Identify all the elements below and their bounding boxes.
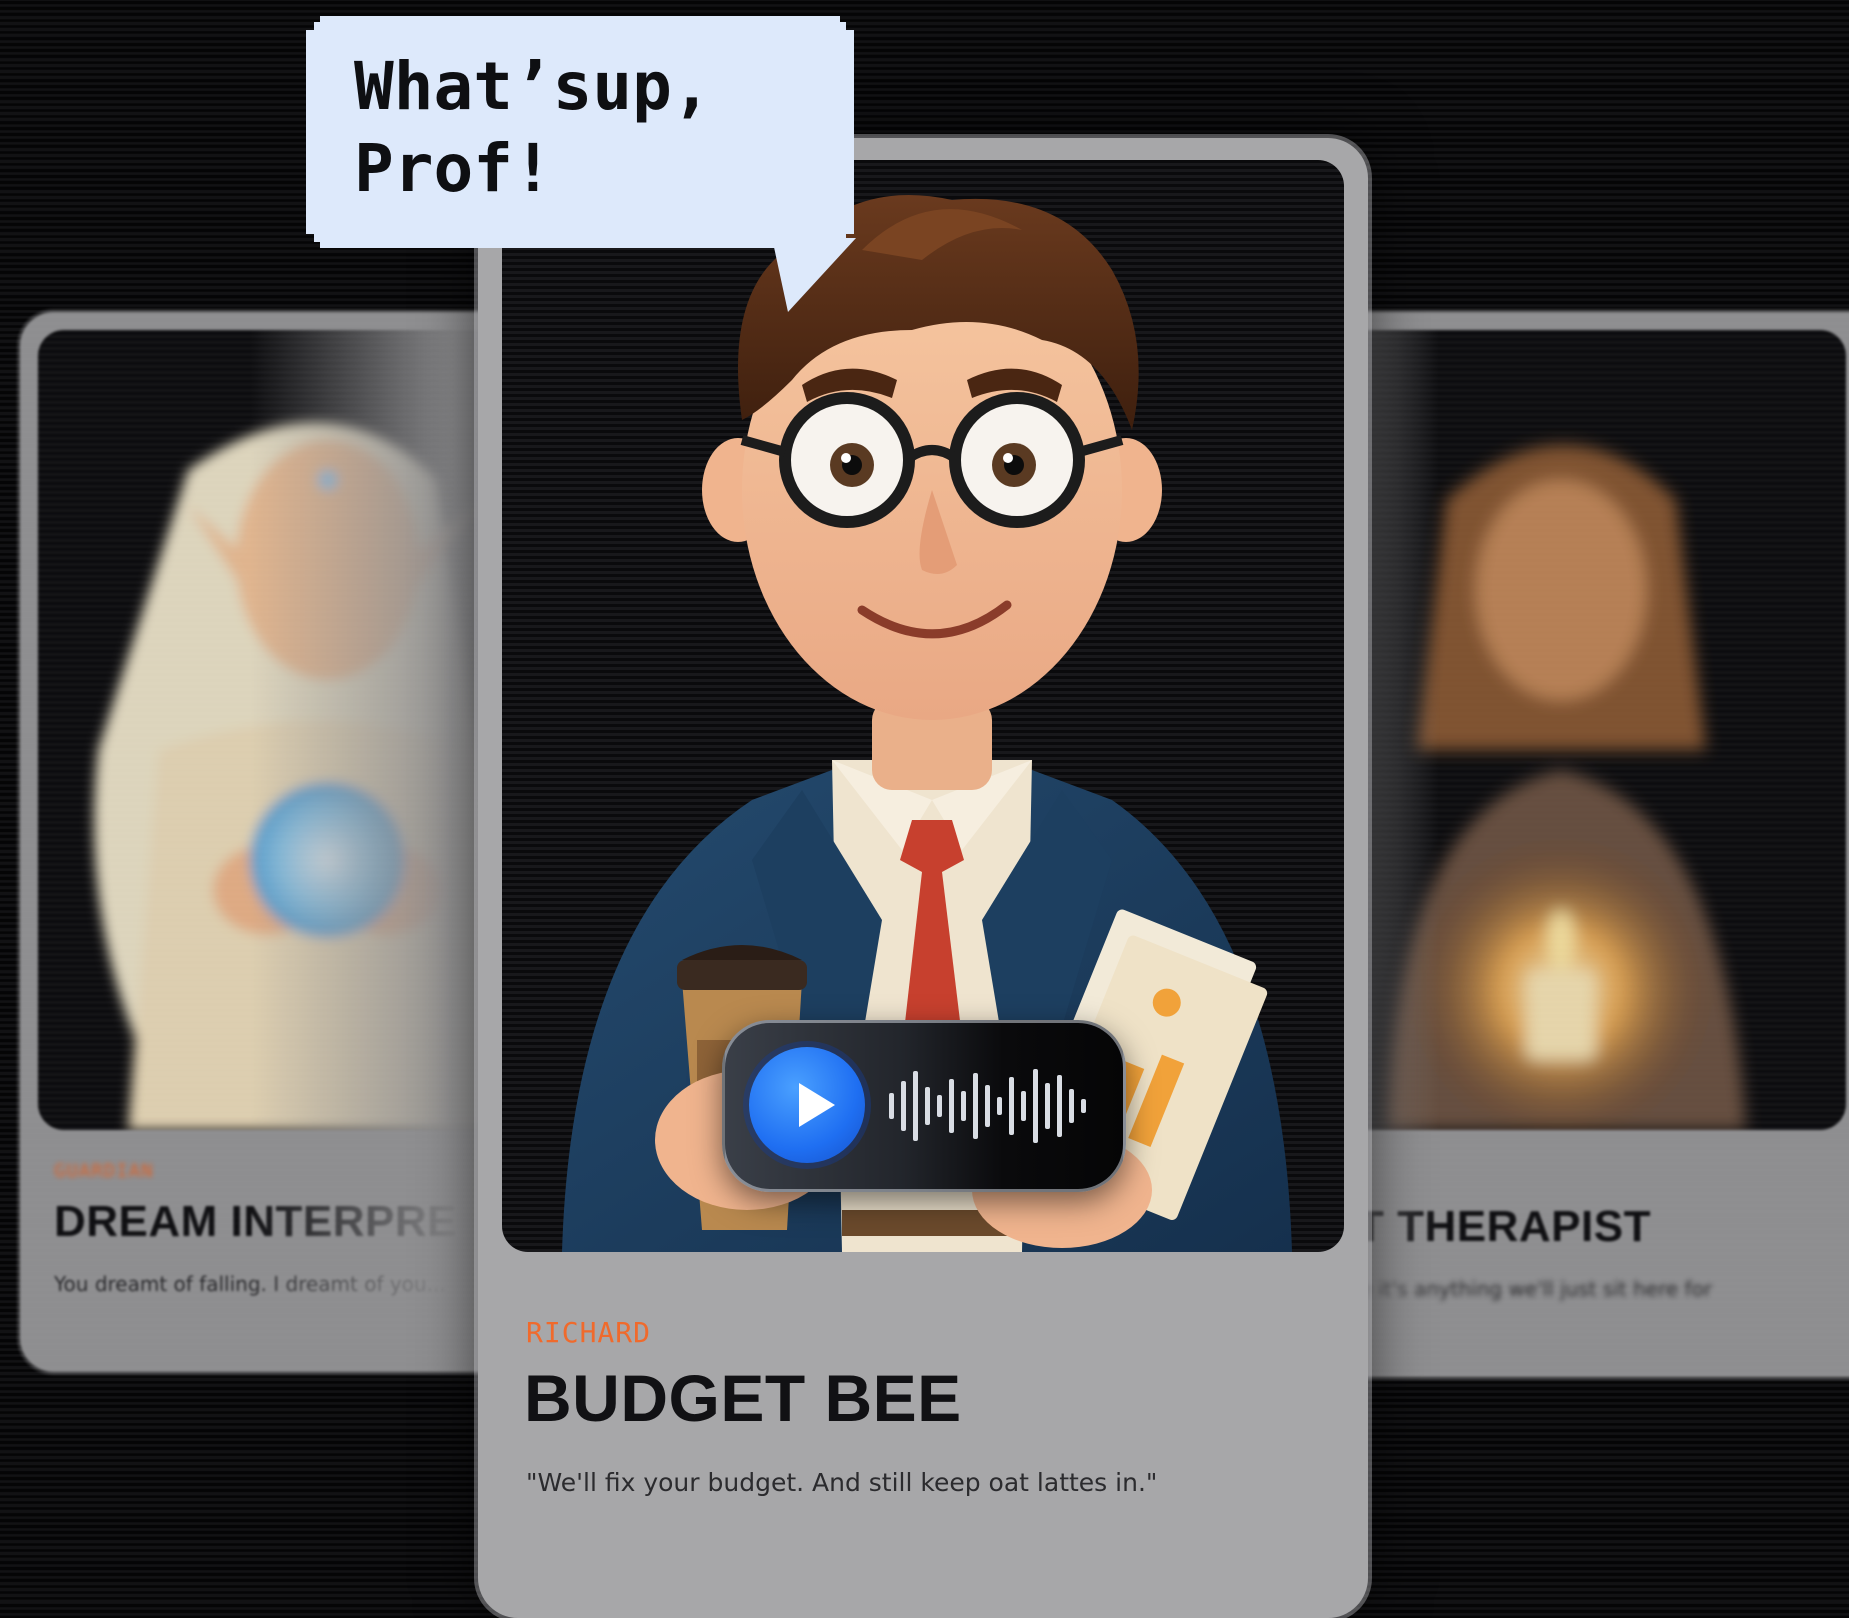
character-card-night-therapist[interactable]: GHT THERAPIST ...ure it's anything we'll… xyxy=(1290,312,1849,1377)
play-icon xyxy=(799,1083,835,1127)
voice-sample-player[interactable] xyxy=(722,1020,1126,1192)
speech-bubble-text: What’sup, Prof! xyxy=(354,48,712,207)
speech-bubble: What’sup, Prof! xyxy=(306,16,854,248)
card-image-frame xyxy=(1306,330,1846,1130)
character-card-budget-bee[interactable]: RICHARD BUDGET BEE "We'll fix your budge… xyxy=(478,138,1368,1618)
candle-woman-illustration xyxy=(1386,445,1746,1130)
card-description: "We'll fix your budget. And still keep o… xyxy=(526,1468,1158,1497)
character-name: GUARDIAN xyxy=(54,1160,154,1182)
play-button[interactable] xyxy=(749,1047,865,1163)
card-title: BUDGET BEE xyxy=(524,1361,962,1435)
card-title: DREAM INTERPRE xyxy=(54,1197,458,1246)
card-description: ...ure it's anything we'll just sit here… xyxy=(1320,1277,1713,1301)
card-description: You dreamt of falling. I dreamt of you..… xyxy=(54,1272,446,1296)
character-name: RICHARD xyxy=(526,1316,652,1349)
waveform-icon xyxy=(889,1069,1086,1143)
